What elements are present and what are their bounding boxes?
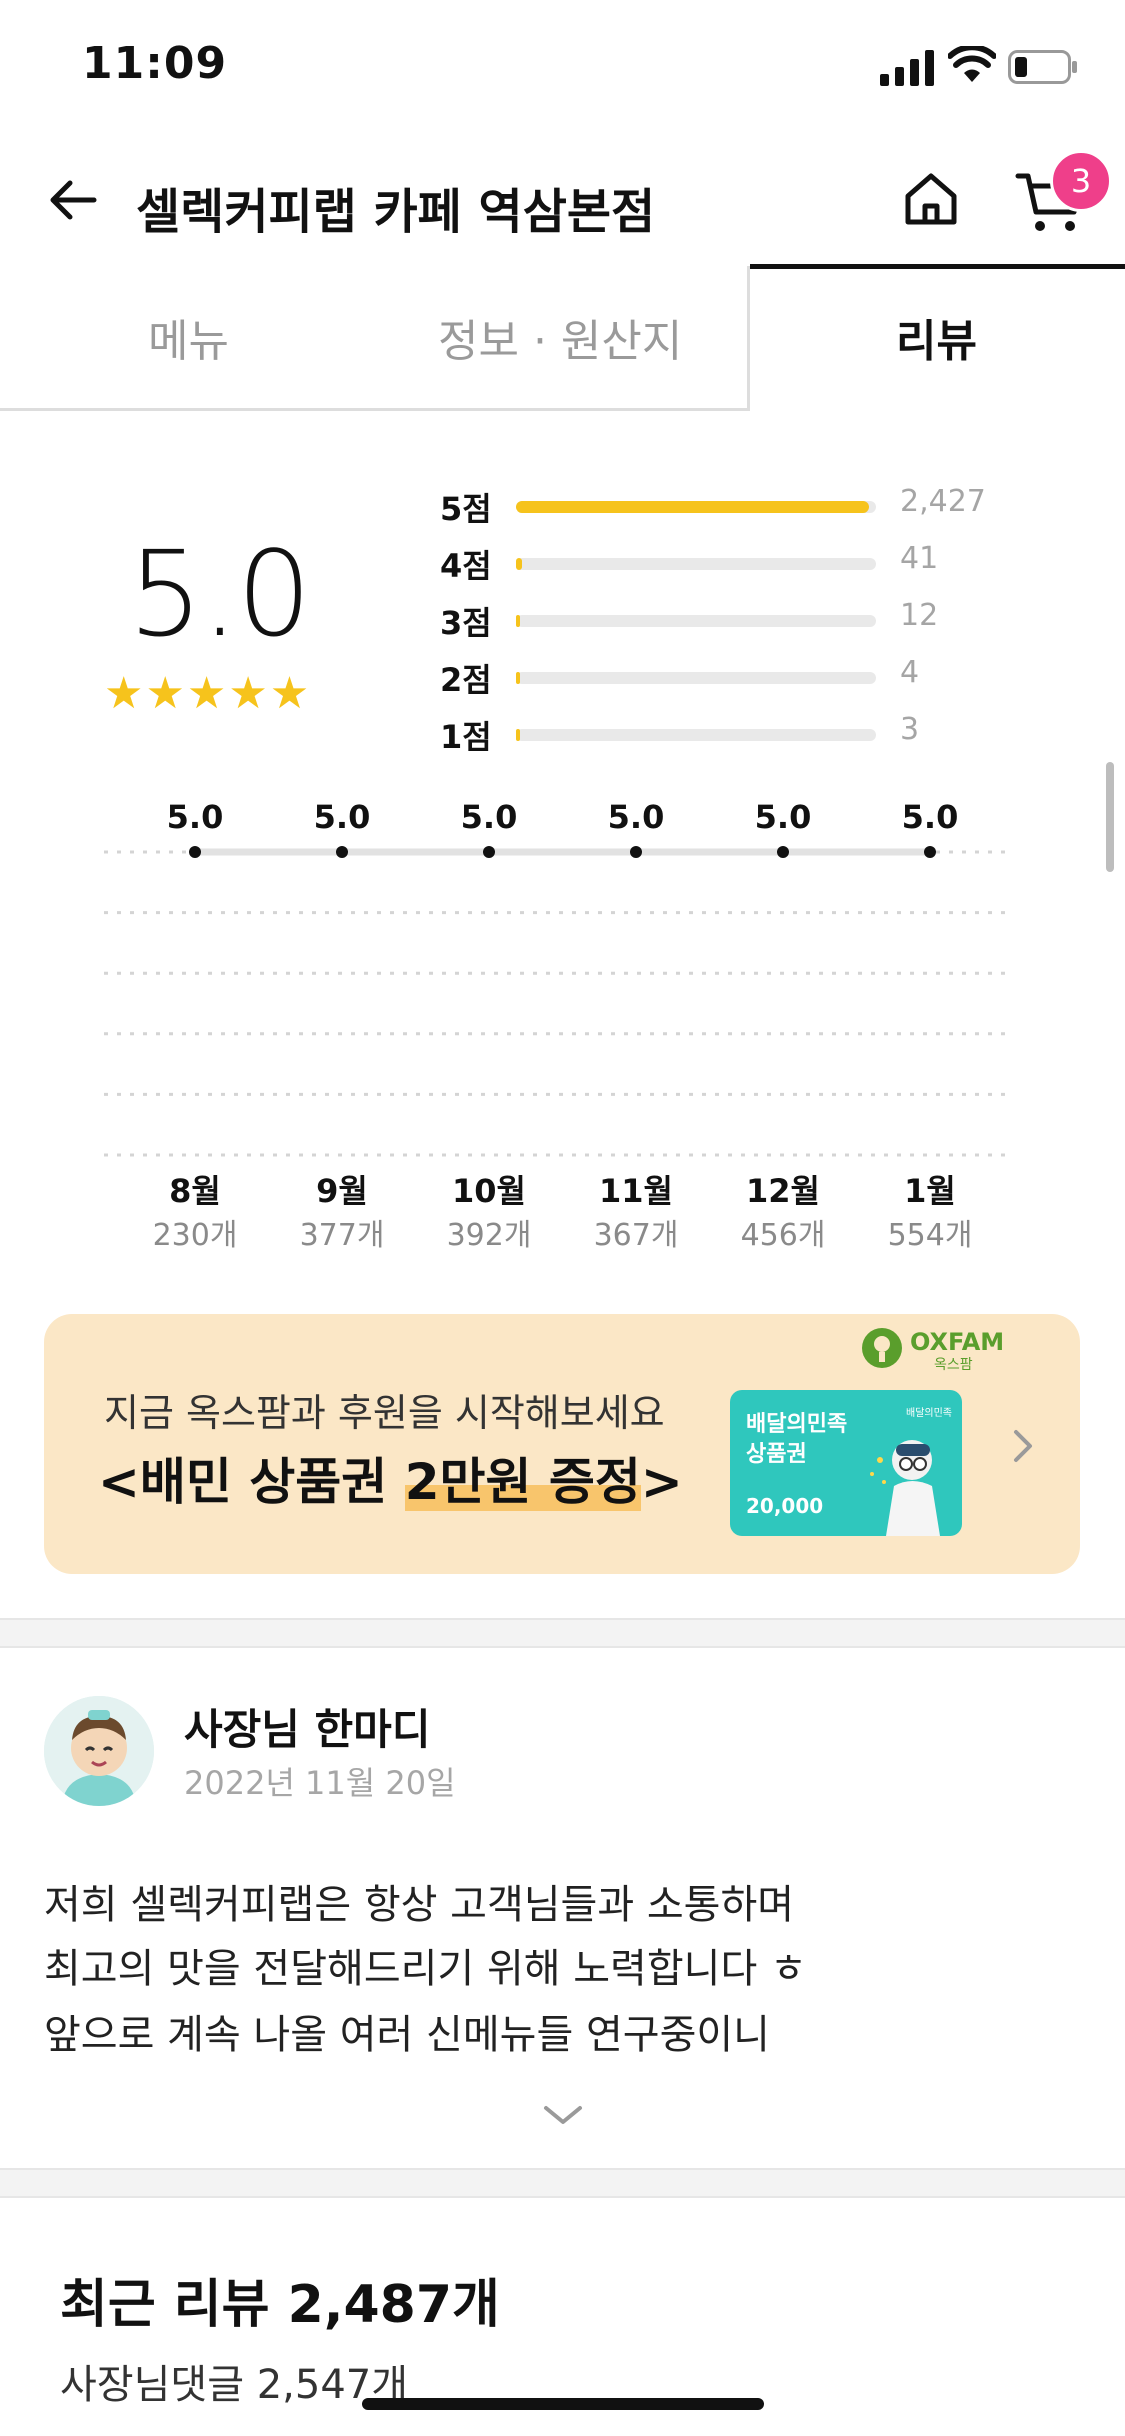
voucher-character-illustration (870, 1440, 940, 1536)
battery-icon (1008, 50, 1077, 84)
section-divider (0, 2168, 1125, 2198)
rating-row-label: 2점 (440, 661, 492, 699)
tab-menu[interactable]: 메뉴 (148, 305, 229, 369)
expand-chevron-down-icon[interactable] (540, 2100, 586, 2130)
owner-message-title: 사장님 한마디 (184, 1705, 431, 1754)
chart-point (189, 846, 201, 858)
chart-point (483, 846, 495, 858)
page-title: 셀렉커피랩 카페 역삼본점 (136, 184, 656, 240)
chart-review-count: 392개 (447, 1218, 532, 1253)
rating-row-label: 1점 (440, 718, 492, 756)
rating-row: 4점 41 (440, 541, 1000, 585)
oxfam-logo-subtext: 옥스팜 (934, 1357, 973, 1373)
chart-review-count: 554개 (888, 1218, 973, 1253)
chart-value-label: 5.0 (902, 798, 959, 836)
rating-row-label: 3점 (440, 604, 492, 642)
section-divider (0, 1618, 1125, 1648)
back-arrow-icon[interactable] (44, 170, 104, 230)
banner-subtitle: 지금 옥스팜과 후원을 시작해보세요 (104, 1391, 665, 1435)
rating-bar-fill (516, 672, 520, 684)
chart-month-label: 10월 (452, 1172, 526, 1210)
rating-bar-track (516, 672, 876, 684)
voucher-brand-line: 배달의민족 (746, 1412, 848, 1437)
rating-bar-track (516, 729, 876, 741)
chart-value-label: 5.0 (461, 798, 518, 836)
rating-row: 5점 2,427 (440, 484, 1000, 528)
chart-month-label: 12월 (746, 1172, 820, 1210)
chart-month-label: 9월 (316, 1172, 368, 1210)
voucher-corner-brand: 배달의민족 (906, 1408, 952, 1419)
chart-point (630, 846, 642, 858)
chart-review-count: 377개 (300, 1218, 385, 1253)
voucher-amount: 20,000 (746, 1494, 824, 1518)
scrollbar[interactable] (1106, 762, 1114, 872)
rating-bar-track (516, 558, 876, 570)
oxfam-logo-icon (862, 1328, 902, 1368)
rating-bar-fill (516, 615, 520, 627)
rating-bar-track (516, 501, 876, 513)
monthly-rating-chart: 5.0 8월 230개 5.0 9월 377개 5.0 10월 392개 5.0 11월 367개 5.… (104, 798, 1010, 1253)
tab-reviews[interactable]: 리뷰 (896, 305, 977, 369)
home-icon[interactable] (900, 168, 962, 230)
rating-row-count: 3 (900, 712, 920, 747)
oxfam-logo: OXFAM 옥스팜 (860, 1326, 1004, 1373)
cart-count-badge: 3 (1050, 150, 1112, 212)
owner-message-line: 최고의 맛을 전달해드리기 위해 노력합니다 ㅎ (44, 1946, 807, 1992)
banner-headline-suffix: > (640, 1453, 683, 1511)
owner-avatar-illustration (44, 1696, 154, 1806)
home-indicator[interactable] (362, 2398, 764, 2410)
rating-bar-fill (516, 729, 520, 741)
chart-point (924, 846, 936, 858)
rating-row-count: 41 (900, 541, 939, 576)
rating-row-count: 4 (900, 655, 920, 690)
recent-reviews-title: 최근 리뷰 2,487개 (60, 2275, 500, 2335)
banner-headline: <배민 상품권 2만원 증정> (98, 1442, 683, 1514)
chart-point (336, 846, 348, 858)
chart-month-label: 8월 (169, 1172, 221, 1210)
chart-review-count: 367개 (594, 1218, 679, 1253)
rating-bar-track (516, 615, 876, 627)
chevron-right-icon[interactable] (1008, 1424, 1038, 1468)
oxfam-logo-text: OXFAM (910, 1328, 1005, 1356)
wifi-icon (948, 46, 996, 82)
voucher-type-line: 상품권 (746, 1442, 807, 1467)
rating-bar-fill (516, 501, 869, 513)
banner-headline-highlight: 2만원 증정 (404, 1453, 641, 1511)
owner-message-line: 저희 셀렉커피랩은 항상 고객님들과 소통하며 (44, 1882, 795, 1928)
rating-row-label: 5점 (440, 490, 492, 528)
owner-avatar (44, 1696, 154, 1806)
star-rating-icon: ★★★★★ (104, 668, 312, 719)
cellular-signal-icon (880, 50, 934, 86)
owner-message-date: 2022년 11월 20일 (184, 1764, 456, 1802)
rating-bar-fill (516, 558, 523, 570)
owner-message-line: 앞으로 계속 나올 여러 신메뉴들 연구중이니 (44, 2012, 770, 2058)
rating-row: 2점 4 (440, 655, 1000, 699)
chart-month-label: 11월 (599, 1172, 673, 1210)
rating-row-count: 12 (900, 598, 939, 633)
owner-replies-count: 사장님댓글 2,547개 (60, 2362, 409, 2408)
chart-value-label: 5.0 (314, 798, 371, 836)
status-time: 11:09 (82, 38, 228, 89)
chart-value-label: 5.0 (755, 798, 812, 836)
chart-value-label: 5.0 (608, 798, 665, 836)
chart-review-count: 230개 (153, 1218, 238, 1253)
rating-row: 1점 3 (440, 712, 1000, 756)
chart-review-count: 456개 (741, 1218, 826, 1253)
rating-row: 3점 12 (440, 598, 1000, 642)
tab-active-indicator (750, 264, 1125, 269)
chart-point (777, 846, 789, 858)
tab-info-origin[interactable]: 정보 · 원산지 (438, 305, 682, 369)
chart-value-label: 5.0 (167, 798, 224, 836)
rating-row-label: 4점 (440, 547, 492, 585)
average-score: 5.0 (128, 525, 312, 663)
banner-headline-prefix: <배민 상품권 (98, 1453, 405, 1511)
gift-voucher-image: 배달의민족 상품권 20,000 배달의민족 (730, 1390, 962, 1536)
rating-row-count: 2,427 (900, 484, 986, 519)
chart-month-label: 1월 (904, 1172, 956, 1210)
